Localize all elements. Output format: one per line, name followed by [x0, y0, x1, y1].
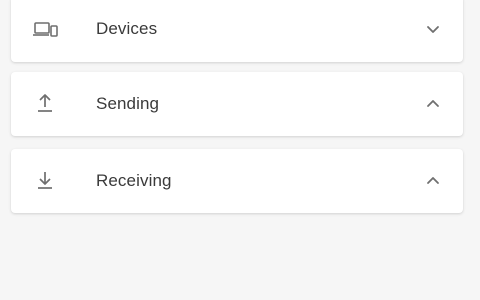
devices-panel[interactable]: Devices — [11, 0, 463, 62]
devices-icon — [31, 15, 59, 43]
sending-panel[interactable]: Sending — [11, 72, 463, 136]
devices-panel-title: Devices — [96, 19, 158, 38]
chevron-up-icon[interactable] — [425, 96, 441, 112]
download-icon — [31, 167, 59, 195]
sending-panel-title: Sending — [96, 94, 160, 113]
receiving-panel[interactable]: Receiving — [11, 149, 463, 213]
upload-icon — [31, 90, 59, 118]
chevron-down-icon[interactable] — [425, 21, 441, 37]
receiving-panel-title: Receiving — [96, 171, 172, 190]
chevron-up-icon[interactable] — [425, 173, 441, 189]
